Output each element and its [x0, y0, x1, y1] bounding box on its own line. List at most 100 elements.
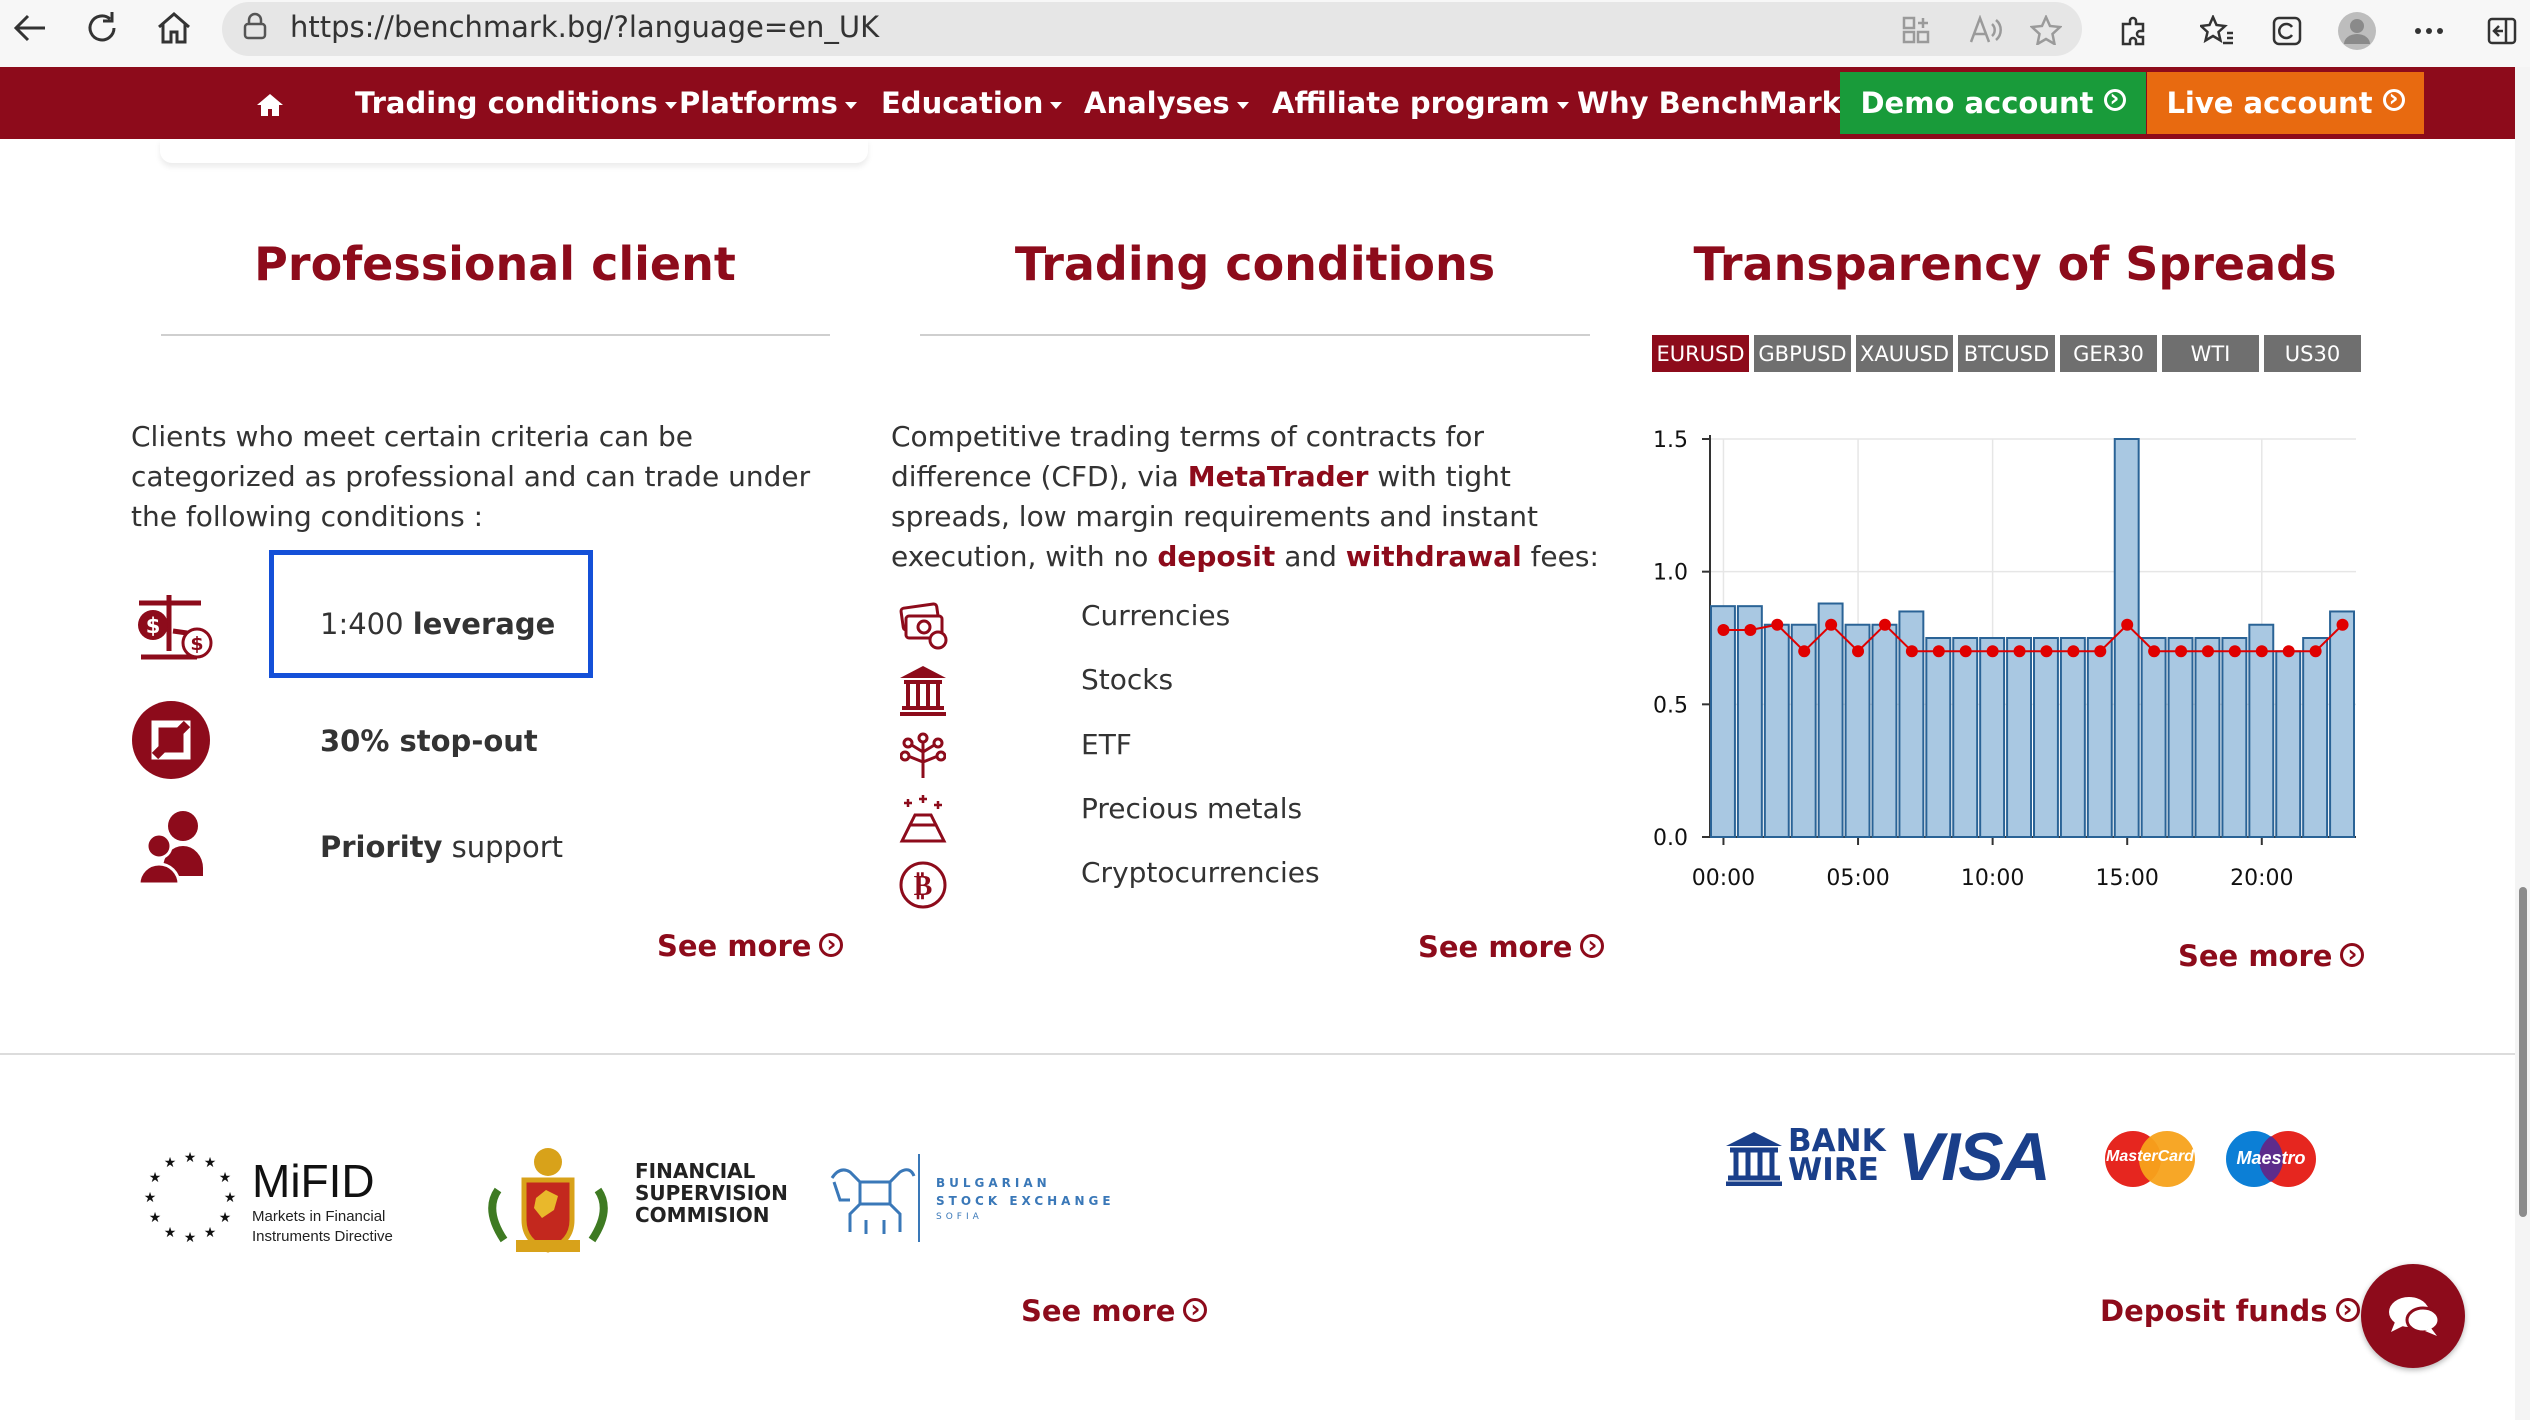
see-more-label[interactable]: See more: [1021, 1294, 1175, 1328]
app-available-icon[interactable]: [1892, 6, 1940, 54]
favorites-icon[interactable]: [2190, 4, 2244, 58]
trading-conditions-title: Trading conditions: [1014, 237, 1496, 291]
metatrader-link[interactable]: MetaTrader: [1188, 460, 1369, 493]
scroll-thumb[interactable]: [2519, 887, 2527, 1217]
chat-button[interactable]: [2361, 1264, 2465, 1368]
nav-analyses-label[interactable]: Analyses: [1084, 86, 1230, 120]
instrument-label: ETF: [1081, 728, 1132, 761]
profile-avatar-icon[interactable]: [2330, 4, 2384, 58]
tab-us30[interactable]: US30: [2264, 335, 2363, 372]
spread-bar: [1736, 605, 1763, 838]
instrument-label: Precious metals: [1081, 792, 1303, 825]
trading-see-more-link[interactable]: See more: [1418, 925, 1605, 965]
x-tick-label: 05:00: [1826, 866, 1889, 891]
page-scrollbar[interactable]: [2515, 67, 2530, 1420]
back-arrow-icon[interactable]: [0, 0, 60, 56]
arrow-circle-icon: [1183, 1289, 1208, 1329]
address-bar[interactable]: https://benchmark.bg/?language=en_UK: [222, 2, 2082, 56]
x-tick-label: 00:00: [1692, 866, 1755, 891]
spread-chart: 0.0 0.5 1.0 1.5 00:00 05:00 10:00 15:00 20:00: [1653, 428, 2356, 891]
scales-icon: $ $: [131, 585, 213, 663]
bse-text: SOFIA: [936, 1212, 983, 1222]
address-url[interactable]: https://benchmark.bg/?language=en_UK: [290, 10, 879, 44]
live-account-label[interactable]: Live account: [2166, 86, 2372, 120]
mifid-subtitle: Markets in Financial: [252, 1208, 386, 1225]
spread-bar: [1925, 637, 1952, 838]
gold-icon: [896, 793, 950, 845]
sidebar-toggle-icon[interactable]: [2475, 4, 2529, 58]
spread-bar: [2033, 637, 2059, 838]
nav-platforms-label[interactable]: Platforms: [679, 86, 838, 120]
nav-education[interactable]: Education: [881, 67, 1063, 139]
instrument-label: Stocks: [1081, 663, 1174, 696]
spread-point: [2040, 645, 2053, 658]
tab-gbpusd[interactable]: GBPUSD: [1754, 335, 1853, 372]
nav-education-label[interactable]: Education: [881, 86, 1043, 120]
extensions-icon[interactable]: [2107, 4, 2161, 58]
nav-home-icon[interactable]: [256, 67, 284, 139]
spreads-title: Transparency of Spreads: [1693, 237, 2337, 291]
spread-bar: [2167, 637, 2194, 838]
mifid-logo: ★ ★ ★ ★ ★ ★ ★ ★ ★ ★ ★ ★ MiFID Markets in Financia…: [140, 1148, 420, 1248]
tab-eurusd[interactable]: EURUSD: [1652, 335, 1751, 372]
bank-icon: [898, 664, 948, 716]
home-icon[interactable]: [144, 0, 204, 56]
read-aloud-icon[interactable]: [1962, 6, 2010, 54]
see-more-label[interactable]: See more: [657, 929, 811, 963]
x-tick-label: 10:00: [1961, 866, 2024, 891]
professional-intro: Clients who meet certain criteria can be…: [131, 420, 811, 533]
svg-text:★: ★: [204, 1225, 217, 1241]
tab-btcusd[interactable]: BTCUSD: [1958, 335, 2057, 372]
demo-account-button[interactable]: Demo account: [1840, 72, 2146, 134]
nav-why-benchmark-label[interactable]: Why BenchMark: [1577, 86, 1841, 120]
divider: [161, 334, 830, 336]
svg-text:$: $: [146, 614, 161, 638]
spread-point: [2255, 645, 2268, 658]
nav-affiliate-program-label[interactable]: Affiliate program: [1272, 86, 1550, 120]
bull-icon: [830, 1168, 916, 1234]
nav-trading-conditions[interactable]: Trading conditions: [355, 67, 677, 139]
favorite-star-icon[interactable]: [2022, 6, 2070, 54]
coat-of-arms-icon: [488, 1148, 608, 1253]
spread-point: [1717, 624, 1730, 637]
caret-down-icon: [1050, 101, 1063, 109]
fsc-text: COMMISION: [635, 1203, 770, 1227]
spread-bar: [2086, 637, 2113, 838]
nav-why-benchmark[interactable]: Why BenchMark: [1577, 67, 1841, 139]
professional-see-more-link[interactable]: See more: [657, 924, 844, 964]
lock-icon[interactable]: [242, 12, 268, 40]
deposit-funds-label[interactable]: Deposit funds: [2100, 1294, 2328, 1328]
nav-analyses[interactable]: Analyses: [1084, 67, 1249, 139]
nav-trading-conditions-label[interactable]: Trading conditions: [355, 86, 658, 120]
demo-account-label[interactable]: Demo account: [1860, 86, 2093, 120]
x-tick-label: 20:00: [2230, 866, 2293, 891]
spread-point: [2148, 645, 2161, 658]
spreads-see-more-link[interactable]: See more: [2178, 934, 2365, 974]
live-account-button[interactable]: Live account: [2147, 72, 2424, 134]
spread-point: [2094, 645, 2107, 658]
visa-logo: VISA: [1898, 1119, 2051, 1195]
deposit-funds-link[interactable]: Deposit funds: [2100, 1289, 2360, 1329]
stop-out-icon: [131, 700, 211, 780]
tab-wti[interactable]: WTI: [2162, 335, 2261, 372]
regulation-see-more-link[interactable]: See more: [1021, 1289, 1208, 1329]
refresh-icon[interactable]: [72, 0, 132, 56]
tab-xauusd[interactable]: XAUUSD: [1856, 335, 1955, 372]
nav-affiliate-program[interactable]: Affiliate program: [1272, 67, 1569, 139]
withdrawal-link[interactable]: withdrawal: [1346, 540, 1522, 573]
caret-down-icon: [844, 101, 857, 109]
see-more-label[interactable]: See more: [1418, 930, 1572, 964]
nav-platforms[interactable]: Platforms: [679, 67, 857, 139]
professional-client-title: Professional client: [254, 237, 736, 291]
spread-point: [1852, 645, 1865, 658]
spread-bar: [2194, 637, 2221, 838]
fsc-text: SUPERVISION: [635, 1181, 788, 1205]
arrow-circle-icon: [2103, 78, 2126, 118]
maestro-text: Maestro: [2236, 1148, 2306, 1168]
tab-ger30[interactable]: GER30: [2060, 335, 2159, 372]
collections-icon[interactable]: [2260, 4, 2314, 58]
more-menu-icon[interactable]: [2402, 4, 2456, 58]
see-more-label[interactable]: See more: [2178, 939, 2332, 973]
y-tick-label: 1.0: [1653, 561, 1688, 586]
deposit-link[interactable]: deposit: [1157, 540, 1275, 573]
